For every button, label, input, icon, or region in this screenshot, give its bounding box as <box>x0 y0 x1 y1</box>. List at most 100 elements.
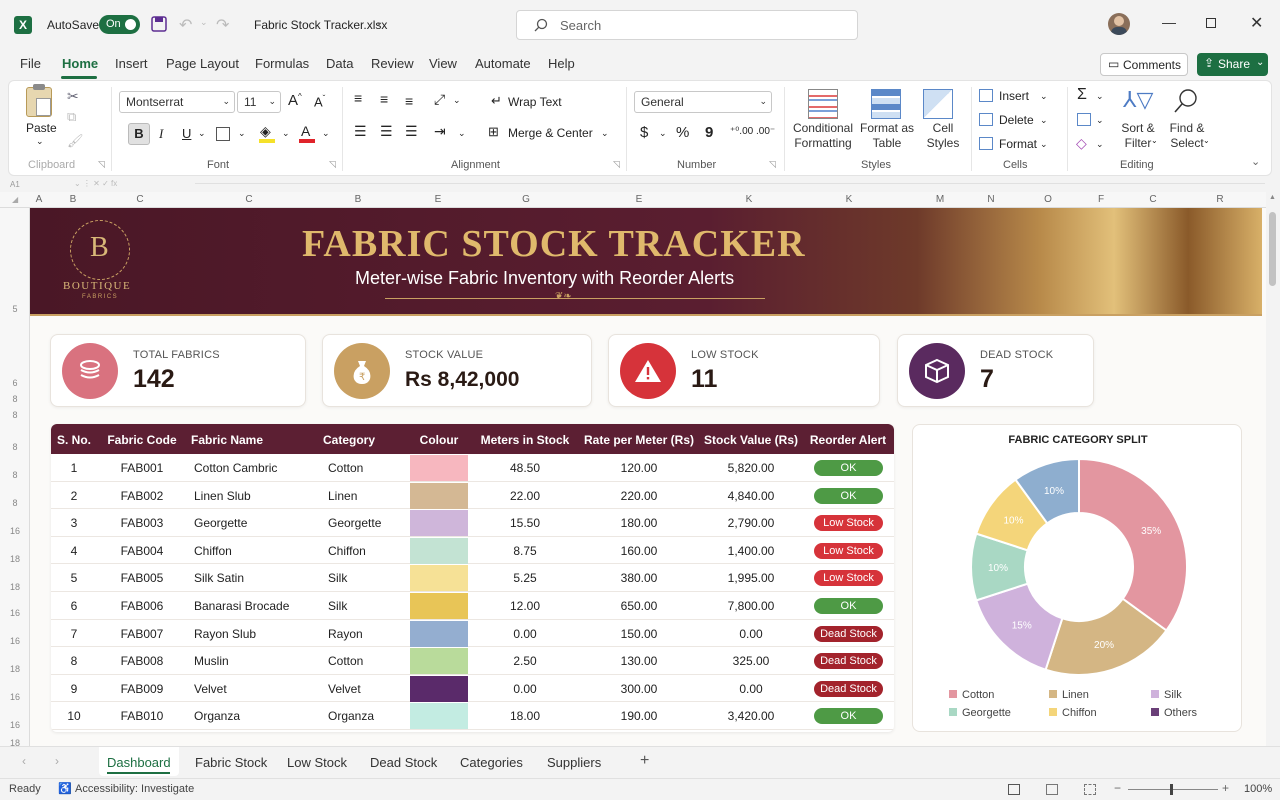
insert-cells-button[interactable]: Insert <box>999 89 1029 103</box>
cell-rate[interactable]: 300.00 <box>581 682 697 696</box>
redo-icon[interactable]: ↷ <box>216 15 229 35</box>
column-header[interactable]: E <box>433 194 443 205</box>
format-cells-icon[interactable] <box>979 137 993 150</box>
decrease-font-icon[interactable]: Aˇ <box>314 94 325 109</box>
number-format-select[interactable]: General ⌄ <box>634 91 772 113</box>
row-header[interactable]: 16 <box>0 526 30 536</box>
align-middle-icon[interactable]: ≡ <box>380 91 388 107</box>
column-header[interactable]: E <box>634 194 644 205</box>
sort-chevron-icon[interactable]: ⌄ <box>1151 136 1158 145</box>
table-row[interactable]: 2 FAB002 Linen Slub Linen 22.00 220.00 4,840.0… <box>51 482 894 510</box>
clear-chevron-icon[interactable]: ⌄ <box>1096 139 1104 150</box>
indent-chevron-icon[interactable]: ⌄ <box>458 128 466 139</box>
colour-swatch[interactable] <box>410 510 468 537</box>
zoom-level[interactable]: 100% <box>1244 783 1272 795</box>
cell-category[interactable]: Silk <box>328 599 408 613</box>
format-as-table-icon[interactable] <box>871 89 901 119</box>
colour-swatch[interactable] <box>410 537 468 564</box>
cell-category[interactable]: Chiffon <box>328 544 408 558</box>
cell-sno[interactable]: 2 <box>51 489 97 503</box>
row-header[interactable]: 5 <box>0 304 30 314</box>
cell-code[interactable]: FAB006 <box>107 599 177 613</box>
cell-sno[interactable]: 6 <box>51 599 97 613</box>
cell-rate[interactable]: 380.00 <box>581 571 697 585</box>
column-header[interactable]: N <box>986 194 996 205</box>
cell-sno[interactable]: 10 <box>51 709 97 723</box>
clipboard-launcher-icon[interactable]: ◹ <box>98 159 105 170</box>
font-size-select[interactable]: 11 ⌄ <box>237 91 281 113</box>
cell-value[interactable]: 0.00 <box>698 682 804 696</box>
borders-icon[interactable] <box>216 127 230 141</box>
file-name[interactable]: Fabric Stock Tracker.xlsx <box>254 18 387 32</box>
number-launcher-icon[interactable]: ◹ <box>769 159 776 170</box>
sort-filter-icon[interactable]: ⅄▽ <box>1123 87 1153 113</box>
table-row[interactable]: 10 FAB010 Organza Organza 18.00 190.00 3,420.0… <box>51 702 894 730</box>
cell-category[interactable]: Velvet <box>328 682 408 696</box>
autosave-toggle[interactable]: On <box>99 15 140 34</box>
cell-meters[interactable]: 18.00 <box>472 709 578 723</box>
find-select-icon[interactable] <box>1172 87 1200 115</box>
italic-button[interactable]: I <box>159 126 163 142</box>
conditional-formatting-icon[interactable] <box>808 89 838 119</box>
column-header[interactable]: C <box>1148 194 1158 205</box>
column-header[interactable]: M <box>934 194 946 205</box>
cell-value[interactable]: 1,995.00 <box>698 571 804 585</box>
fill-icon[interactable] <box>1077 113 1091 126</box>
paste-icon[interactable] <box>26 84 52 117</box>
colour-swatch[interactable] <box>410 565 468 592</box>
zoom-slider-track[interactable] <box>1128 789 1218 790</box>
autosum-chevron-icon[interactable]: ⌄ <box>1096 91 1104 102</box>
indent-icon[interactable]: ⇥ <box>434 123 446 140</box>
header-category[interactable]: Category <box>323 433 383 447</box>
collapse-ribbon-icon[interactable]: ⌄ <box>1251 155 1260 168</box>
cell-name[interactable]: Velvet <box>194 682 324 696</box>
column-header[interactable]: K <box>844 194 854 205</box>
column-header[interactable]: C <box>244 194 254 205</box>
row-header[interactable]: 8 <box>0 442 30 452</box>
cell-code[interactable]: FAB002 <box>107 489 177 503</box>
row-header[interactable]: 8 <box>0 498 30 508</box>
cell-category[interactable]: Silk <box>328 571 408 585</box>
cell-code[interactable]: FAB007 <box>107 627 177 641</box>
clear-icon[interactable]: ◇ <box>1076 135 1087 152</box>
file-menu-chevron-icon[interactable]: ⌄ <box>375 17 383 28</box>
share-button[interactable]: ⇪ Share ⌄ <box>1197 53 1268 76</box>
cell-name[interactable]: Georgette <box>194 516 324 530</box>
column-header[interactable]: B <box>353 194 363 205</box>
row-header[interactable]: 8 <box>0 394 30 404</box>
alignment-launcher-icon[interactable]: ◹ <box>613 159 620 170</box>
font-color-icon[interactable]: A <box>301 123 310 139</box>
tab-categories[interactable]: Categories <box>460 755 523 770</box>
delete-chevron-icon[interactable]: ⌄ <box>1040 115 1048 126</box>
header-rate[interactable]: Rate per Meter (Rs) <box>581 433 697 447</box>
column-header[interactable]: K <box>744 194 754 205</box>
menu-data[interactable]: Data <box>326 56 353 71</box>
colour-swatch[interactable] <box>410 593 468 619</box>
format-chevron-icon[interactable]: ⌄ <box>1040 139 1048 150</box>
cell-code[interactable]: FAB005 <box>107 571 177 585</box>
cell-value[interactable]: 7,800.00 <box>698 599 804 613</box>
percent-icon[interactable]: % <box>676 124 689 141</box>
cell-sno[interactable]: 7 <box>51 627 97 641</box>
tab-dashboard[interactable]: Dashboard <box>99 747 179 776</box>
undo-icon[interactable]: ↶ <box>179 15 192 35</box>
row-header[interactable]: 16 <box>0 636 30 646</box>
undo-dropdown-icon[interactable]: ⌄ <box>200 17 208 28</box>
font-color-chevron-icon[interactable]: ⌄ <box>322 128 330 139</box>
header-fabric-name[interactable]: Fabric Name <box>191 433 263 447</box>
orientation-chevron-icon[interactable]: ⌄ <box>453 95 461 106</box>
select-all-icon[interactable]: ◢ <box>12 195 18 204</box>
cell-value[interactable]: 4,840.00 <box>698 489 804 503</box>
cell-meters[interactable]: 0.00 <box>472 627 578 641</box>
cell-sno[interactable]: 9 <box>51 682 97 696</box>
column-header[interactable]: R <box>1215 194 1225 205</box>
page-layout-view-icon[interactable] <box>1046 784 1058 795</box>
donut-chart[interactable]: 35% 20% 15% 10% 10% 10% <box>967 455 1191 679</box>
format-as-table-button[interactable]: Format as Table <box>857 121 917 151</box>
fill-chevron-icon-2[interactable]: ⌄ <box>1096 115 1104 126</box>
cell-category[interactable]: Linen <box>328 489 408 503</box>
search-box[interactable]: Search <box>516 10 858 40</box>
menu-review[interactable]: Review <box>371 56 414 71</box>
cell-code[interactable]: FAB009 <box>107 682 177 696</box>
cell-sno[interactable]: 8 <box>51 654 97 668</box>
